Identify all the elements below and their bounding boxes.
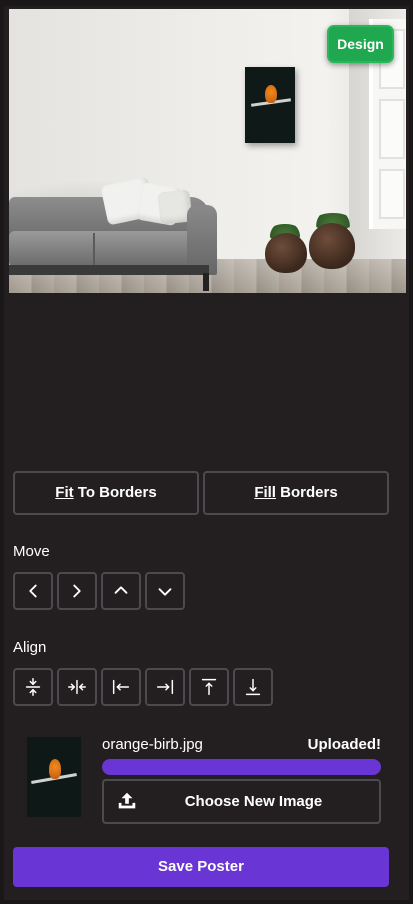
- align-center-horizontal-button[interactable]: [57, 668, 97, 706]
- chevron-down-icon: [158, 588, 172, 596]
- choose-new-image-label: Choose New Image: [184, 793, 323, 810]
- align-label: Align: [13, 639, 47, 656]
- align-top-button[interactable]: [189, 668, 229, 706]
- align-bottom-icon: [245, 678, 261, 696]
- upload-progress-bar: [102, 759, 381, 775]
- align-center-horizontal-icon: [68, 679, 86, 695]
- align-bottom-button[interactable]: [233, 668, 273, 706]
- move-label: Move: [13, 543, 50, 560]
- poster-preview: [245, 67, 295, 143]
- align-right-icon: [156, 679, 174, 695]
- save-poster-button[interactable]: Save Poster: [13, 847, 389, 887]
- move-up-button[interactable]: [101, 572, 141, 610]
- move-left-button[interactable]: [13, 572, 53, 610]
- align-center-vertical-button[interactable]: [13, 668, 53, 706]
- chevron-up-icon: [114, 586, 128, 594]
- align-left-icon: [112, 679, 130, 695]
- move-down-button[interactable]: [145, 572, 185, 610]
- chevron-left-icon: [29, 584, 37, 598]
- fit-to-borders-button[interactable]: Fit To Borders: [13, 471, 199, 515]
- upload-progress-fill: [102, 759, 381, 775]
- upload-status: Uploaded!: [307, 736, 381, 753]
- move-right-button[interactable]: [57, 572, 97, 610]
- chevron-right-icon: [73, 584, 81, 598]
- file-name: orange-birb.jpg: [102, 736, 203, 753]
- image-thumbnail: [27, 737, 81, 817]
- plant-pot: [309, 223, 355, 269]
- align-center-vertical-icon: [25, 678, 41, 696]
- align-top-icon: [201, 678, 217, 696]
- fill-borders-button[interactable]: Fill Borders: [203, 471, 389, 515]
- choose-new-image-button[interactable]: Choose New Image: [102, 779, 381, 824]
- align-left-button[interactable]: [101, 668, 141, 706]
- plant-pot: [265, 233, 307, 273]
- align-right-button[interactable]: [145, 668, 185, 706]
- design-button[interactable]: Design: [327, 25, 394, 63]
